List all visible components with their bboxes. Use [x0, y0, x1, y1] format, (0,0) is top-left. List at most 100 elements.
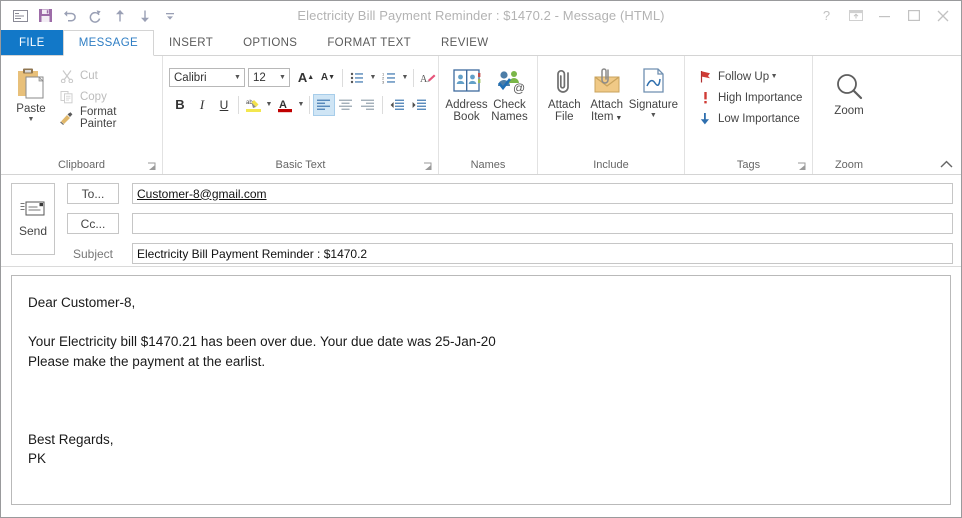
tab-review[interactable]: REVIEW — [426, 30, 503, 55]
align-left-icon — [317, 99, 330, 110]
underline-button[interactable]: U — [213, 94, 235, 116]
paperclip-icon — [557, 70, 570, 93]
maximize-button[interactable] — [899, 4, 928, 28]
basic-text-dialog-launcher[interactable] — [423, 162, 433, 172]
high-importance-button[interactable]: High Importance — [693, 87, 802, 108]
zoom-label: Zoom — [834, 105, 864, 117]
font-size-combobox[interactable]: 12 ▼ — [248, 68, 290, 87]
bullets-caret[interactable]: ▼ — [368, 74, 378, 81]
save-icon[interactable] — [33, 5, 57, 27]
basic-text-row-1: Calibri ▼ 12 ▼ A ▲ A ▼ ▼ 1 2 3 ▼ A — [169, 66, 439, 89]
align-right-button[interactable] — [357, 94, 379, 116]
subject-input[interactable]: Electricity Bill Payment Reminder : $147… — [132, 243, 953, 264]
ribbon-display-options-icon[interactable] — [841, 4, 870, 28]
follow-up-label: Follow Up — [718, 70, 770, 83]
numbering-button[interactable]: 1 2 3 — [378, 67, 400, 89]
undo-icon[interactable] — [58, 5, 82, 27]
signature-icon — [643, 68, 665, 93]
cc-button[interactable]: Cc... — [67, 213, 119, 234]
customize-qat-icon[interactable] — [158, 5, 182, 27]
minimize-button[interactable] — [870, 4, 899, 28]
font-color-button[interactable]: A — [274, 94, 296, 116]
format-painter-icon — [57, 111, 77, 125]
font-color-caret[interactable]: ▼ — [296, 101, 306, 108]
clipboard-dialog-launcher[interactable] — [147, 162, 157, 172]
ribbon-group-include: Attach File Attach Item ▼ Signature ▼ In… — [537, 56, 684, 174]
tags-dialog-launcher[interactable] — [797, 162, 807, 172]
font-name-combobox[interactable]: Calibri ▼ — [169, 68, 245, 87]
basic-text-group-label: Basic Text — [275, 159, 326, 171]
copy-icon — [57, 90, 77, 104]
compose-fields: To... Customer-8@gmail.com Cc... Subject… — [67, 183, 953, 266]
signature-button[interactable]: Signature ▼ — [629, 63, 678, 119]
shrink-font-button[interactable]: A ▼ — [317, 67, 339, 89]
collapse-ribbon-button[interactable] — [940, 160, 953, 172]
attach-file-button[interactable]: Attach File — [544, 63, 585, 123]
increase-indent-button[interactable] — [408, 94, 430, 116]
format-painter-label: Format Painter — [79, 105, 117, 130]
decrease-indent-button[interactable] — [386, 94, 408, 116]
zoom-button[interactable]: Zoom — [823, 63, 875, 117]
address-book-button[interactable]: Address Book — [445, 63, 488, 123]
align-center-icon — [339, 99, 352, 110]
check-names-label: Check Names — [491, 99, 528, 123]
check-names-icon: @ — [497, 71, 525, 95]
tab-options[interactable]: OPTIONS — [228, 30, 312, 55]
paste-button[interactable]: Paste ▼ — [7, 63, 55, 123]
outlook-compose-window: Electricity Bill Payment Reminder : $147… — [0, 0, 962, 518]
bold-button[interactable]: B — [169, 94, 191, 116]
bullets-button[interactable] — [346, 67, 368, 89]
signature-caret[interactable]: ▼ — [650, 112, 657, 119]
names-group-label: Names — [470, 159, 506, 171]
title-bar: Electricity Bill Payment Reminder : $147… — [1, 1, 961, 30]
italic-button[interactable]: I — [191, 94, 213, 116]
quick-access-toolbar — [1, 5, 182, 27]
message-body-editor[interactable]: Dear Customer-8, Your Electricity bill $… — [11, 275, 951, 505]
underline-icon: U — [219, 97, 229, 112]
next-item-icon[interactable] — [133, 5, 157, 27]
subject-label: Subject — [72, 246, 114, 261]
font-size-caret[interactable]: ▼ — [276, 74, 289, 81]
close-button[interactable] — [928, 4, 957, 28]
follow-up-button[interactable]: Follow Up ▼ — [693, 66, 779, 87]
clear-formatting-button[interactable]: A — [417, 67, 439, 89]
align-center-button[interactable] — [335, 94, 357, 116]
previous-item-icon[interactable] — [108, 5, 132, 27]
grow-font-button[interactable]: A ▲ — [295, 67, 317, 89]
low-importance-button[interactable]: Low Importance — [693, 108, 800, 129]
cc-input[interactable] — [132, 213, 953, 234]
copy-label: Copy — [79, 90, 107, 103]
attach-item-button[interactable]: Attach Item ▼ — [585, 63, 629, 125]
bold-icon: B — [175, 97, 185, 112]
ribbon-group-clipboard: Paste ▼ Cut Copy Format Painter Clipboar… — [1, 56, 162, 174]
cc-row: Cc... — [67, 213, 953, 234]
check-names-button[interactable]: @ Check Names — [488, 63, 531, 123]
font-size-value: 12 — [253, 71, 266, 84]
text-highlight-caret[interactable]: ▼ — [264, 101, 274, 108]
format-painter-button[interactable]: Format Painter — [55, 105, 156, 130]
italic-icon: I — [199, 96, 205, 112]
cut-button[interactable]: Cut — [55, 65, 156, 86]
paste-icon — [17, 68, 44, 99]
tab-format-text[interactable]: FORMAT TEXT — [312, 30, 426, 55]
flag-icon — [695, 70, 715, 83]
text-highlight-button[interactable]: ab — [242, 94, 264, 116]
to-button[interactable]: To... — [67, 183, 119, 204]
font-name-value: Calibri — [174, 71, 207, 84]
font-name-caret[interactable]: ▼ — [231, 74, 244, 81]
tab-file[interactable]: FILE — [1, 30, 63, 55]
envelope-icon[interactable] — [8, 5, 32, 27]
tab-message[interactable]: MESSAGE — [62, 30, 155, 56]
follow-up-caret[interactable]: ▼ — [769, 73, 779, 80]
svg-text:@: @ — [513, 81, 525, 95]
numbering-caret[interactable]: ▼ — [400, 74, 410, 81]
tab-insert[interactable]: INSERT — [154, 30, 228, 55]
paste-dropdown-caret[interactable]: ▼ — [28, 116, 35, 123]
copy-button[interactable]: Copy — [55, 86, 156, 107]
to-input[interactable]: Customer-8@gmail.com — [132, 183, 953, 204]
send-button[interactable]: Send — [11, 183, 55, 255]
redo-icon[interactable] — [83, 5, 107, 27]
basic-text-row-2: B I U ab ▼ A ▼ — [169, 93, 430, 116]
align-left-button[interactable] — [313, 93, 335, 116]
help-button[interactable]: ? — [812, 4, 841, 28]
